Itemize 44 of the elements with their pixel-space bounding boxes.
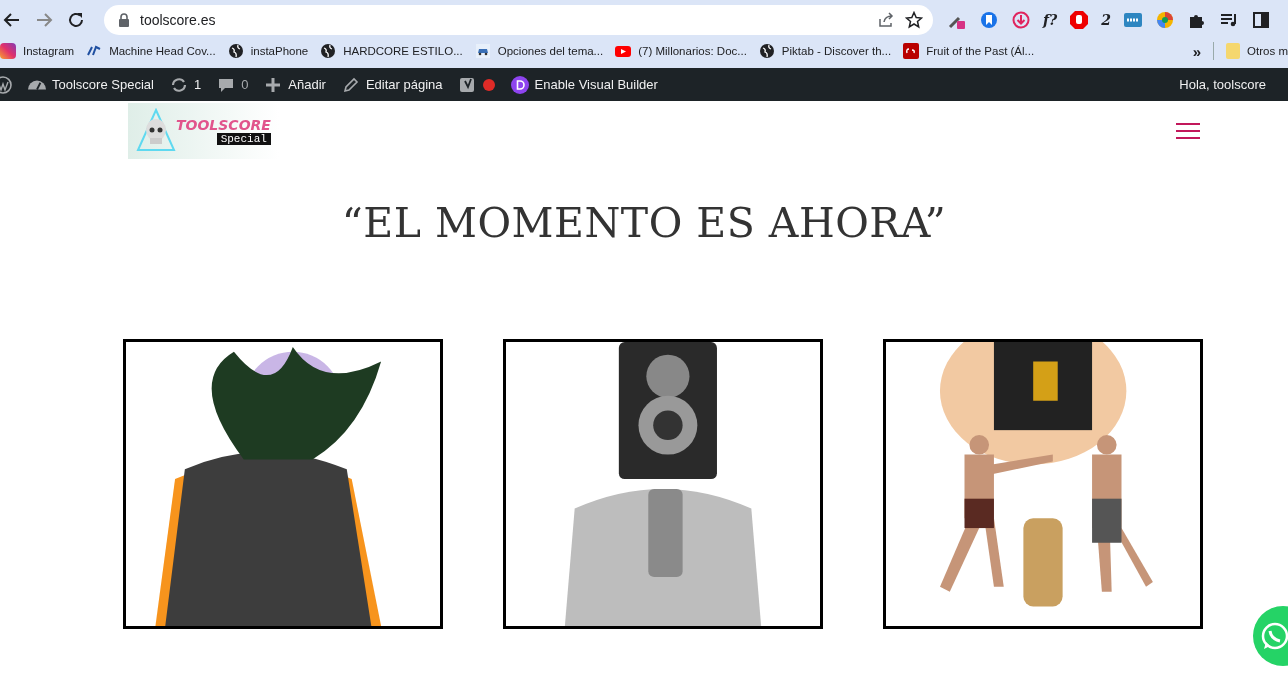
bookmark-item[interactable]: Opciones del tema... (474, 43, 604, 59)
globe-icon (227, 43, 244, 59)
comments-link[interactable]: 0 (209, 68, 257, 101)
globe-icon (758, 43, 775, 59)
add-new-link[interactable]: Añadir (256, 68, 334, 101)
extension-icon[interactable]: 2 (1101, 11, 1111, 28)
download-icon[interactable] (1011, 9, 1031, 30)
color-wheel-icon[interactable] (1155, 9, 1175, 30)
lock-icon (118, 12, 130, 27)
bookmark-item[interactable]: instaPhone (227, 43, 309, 59)
address-bar[interactable]: toolscore.es (104, 4, 933, 35)
car-icon (474, 43, 491, 59)
logo-subtitle: Special (216, 133, 271, 145)
bookmark-folder[interactable]: Otros m (1226, 43, 1288, 59)
wordpress-icon[interactable] (0, 75, 12, 94)
menu-button[interactable] (1176, 123, 1200, 139)
site-name-link[interactable]: Toolscore Special (20, 68, 162, 101)
bookmark-item[interactable]: Machine Head Cov... (86, 43, 216, 59)
bookmark-item[interactable]: HARDCORE ESTILO... (320, 43, 463, 59)
bookmark-item[interactable]: Fruit of the Past (Ál... (903, 43, 1035, 59)
status-dot (482, 78, 495, 91)
skull-icon (136, 108, 176, 154)
bookmark-item[interactable]: (7) Millonarios: Doc... (615, 43, 747, 59)
updates-link[interactable]: 1 (161, 68, 210, 101)
youtube-icon (615, 43, 632, 59)
url-text: toolscore.es (140, 11, 217, 28)
pencil-icon (341, 75, 360, 94)
bookmark-item[interactable]: Instagram (0, 43, 75, 59)
star-icon[interactable] (905, 10, 923, 29)
plus-icon (264, 75, 283, 94)
page-heading: “EL MOMENTO ES AHORA” (340, 199, 948, 247)
extension-icon[interactable]: f? (1043, 11, 1058, 28)
side-panel-icon[interactable] (1251, 9, 1271, 30)
edit-page-link[interactable]: Editar página (333, 68, 451, 101)
dashboard-icon (28, 79, 46, 90)
share-icon[interactable] (877, 10, 895, 29)
globe-icon (320, 43, 337, 59)
visual-builder-link[interactable]: Enable Visual Builder (502, 68, 666, 101)
bookmark-item[interactable]: Piktab - Discover th... (758, 43, 892, 59)
logo-title: TOOLSCORE (176, 117, 271, 133)
greeting-link[interactable]: Hola, toolscore (1171, 68, 1288, 101)
more-bookmarks-button[interactable]: » (1192, 42, 1202, 60)
refresh-icon (169, 75, 188, 94)
bookmark-icon[interactable] (979, 9, 999, 30)
